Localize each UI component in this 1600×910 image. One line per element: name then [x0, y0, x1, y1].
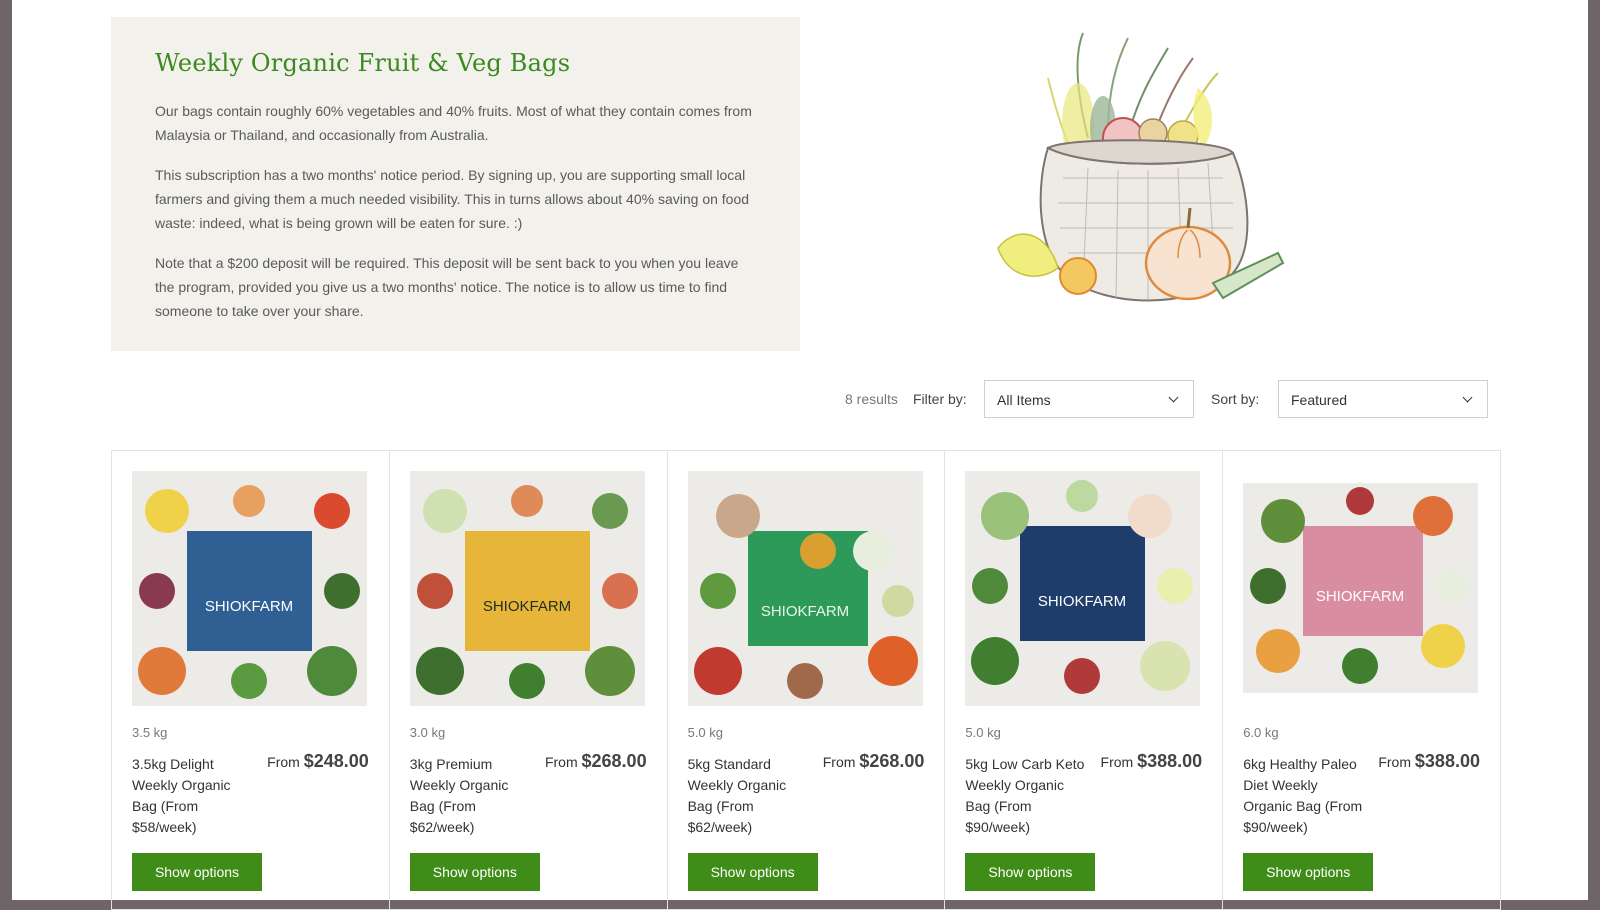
chevron-down-icon: [1462, 392, 1473, 403]
filter-select[interactable]: All Items: [984, 380, 1194, 418]
bag-shape: [187, 531, 312, 651]
product-price: From $268.00: [545, 751, 647, 772]
product-price: From $388.00: [1378, 751, 1480, 772]
svg-text:SHIOKFARM: SHIOKFARM: [760, 603, 848, 620]
product-weight: 3.0 kg: [409, 725, 446, 740]
svg-text:SHIOKFARM: SHIOKFARM: [483, 598, 571, 615]
bag-shape: [464, 531, 590, 651]
chevron-down-icon: [1168, 392, 1179, 403]
description-paragraph-1: Our bags contain roughly 60% vegetables …: [155, 103, 752, 143]
show-options-button[interactable]: Show options: [409, 853, 540, 891]
description-paragraph-3: Note that a $200 deposit will be require…: [155, 255, 739, 319]
bag-shape: [1303, 526, 1424, 636]
filter-label: Filter by:: [913, 391, 967, 407]
product-title[interactable]: 6kg Healthy Paleo Diet Weekly Organic Ba…: [1243, 754, 1363, 838]
product-title[interactable]: 5kg Standard Weekly Organic Bag (From $6…: [688, 754, 808, 838]
filter-selected-value: All Items: [997, 392, 1051, 408]
description-paragraph-2: This subscription has a two months' noti…: [155, 167, 750, 231]
price-amount: $388.00: [1137, 751, 1203, 771]
show-options-button[interactable]: Show options: [687, 853, 818, 891]
product-card: SHIOKFARM 5.0 kg 5kg Standard Weekly Org…: [668, 451, 946, 909]
product-image[interactable]: SHIOKFARM: [687, 471, 923, 706]
product-price: From $388.00: [1101, 751, 1203, 772]
page: Weekly Organic Fruit & Veg Bags Our bags…: [12, 0, 1588, 910]
product-weight: 6.0 kg: [1243, 725, 1279, 740]
collection-description: Weekly Organic Fruit & Veg Bags Our bags…: [111, 17, 800, 351]
price-amount: $388.00: [1414, 751, 1480, 771]
product-image[interactable]: SHIOKFARM: [409, 471, 645, 706]
product-card: SHIOKFARM 6.0 kg 6kg Healthy Paleo Diet …: [1223, 451, 1500, 909]
collection-title: Weekly Organic Fruit & Veg Bags: [155, 49, 571, 77]
product-title[interactable]: 5kg Low Carb Keto Weekly Organic Bag (Fr…: [965, 754, 1085, 838]
show-options-button[interactable]: Show options: [132, 853, 262, 891]
product-image[interactable]: SHIOKFARM: [1243, 471, 1479, 706]
price-amount: $268.00: [581, 751, 647, 771]
product-weight: 3.5 kg: [132, 725, 168, 740]
product-title[interactable]: 3.5kg Delight Weekly Organic Bag (From $…: [132, 754, 252, 838]
product-weight: 5.0 kg: [687, 725, 724, 740]
product-card: SHIOKFARM 5.0 kg 5kg Low Carb Keto Weekl…: [945, 451, 1224, 909]
sort-label: Sort by:: [1211, 391, 1260, 407]
product-image[interactable]: SHIOKFARM: [965, 471, 1201, 706]
sort-select[interactable]: Featured: [1278, 380, 1488, 418]
show-options-button[interactable]: Show options: [1243, 853, 1374, 891]
sort-selected-value: Featured: [1291, 392, 1348, 408]
price-prefix: From: [267, 754, 300, 770]
product-title[interactable]: 3kg Premium Weekly Organic Bag (From $62…: [410, 754, 530, 838]
results-count: 8 results: [845, 391, 898, 407]
product-card: SHIOKFARM 3.0 kg 3kg Premium Weekly Orga…: [390, 451, 668, 909]
price-amount: $248.00: [303, 751, 369, 771]
vegetable-sack-illustration: [997, 32, 1285, 302]
product-price: From $268.00: [823, 751, 925, 772]
svg-text:SHIOKFARM: SHIOKFARM: [205, 598, 293, 615]
product-price: From $248.00: [267, 751, 369, 772]
price-prefix: From: [822, 754, 856, 770]
price-prefix: From: [544, 754, 578, 770]
svg-text:SHIOKFARM: SHIOKFARM: [1316, 588, 1404, 605]
price-amount: $268.00: [859, 751, 925, 771]
product-card: SHIOKFARM 3.5 kg 3.5kg Delight Weekly Or…: [112, 451, 390, 909]
price-prefix: From: [1100, 754, 1134, 770]
bag-shape: [1020, 526, 1146, 641]
svg-text:SHIOKFARM: SHIOKFARM: [1038, 593, 1126, 610]
product-image[interactable]: SHIOKFARM: [132, 471, 367, 706]
show-options-button[interactable]: Show options: [965, 853, 1096, 891]
product-grid: SHIOKFARM 3.5 kg 3.5kg Delight Weekly Or…: [111, 450, 1501, 910]
collection-toolbar: 8 results Filter by: All Items Sort by: …: [111, 380, 1501, 420]
price-prefix: From: [1378, 754, 1412, 770]
product-weight: 5.0 kg: [965, 725, 1001, 740]
